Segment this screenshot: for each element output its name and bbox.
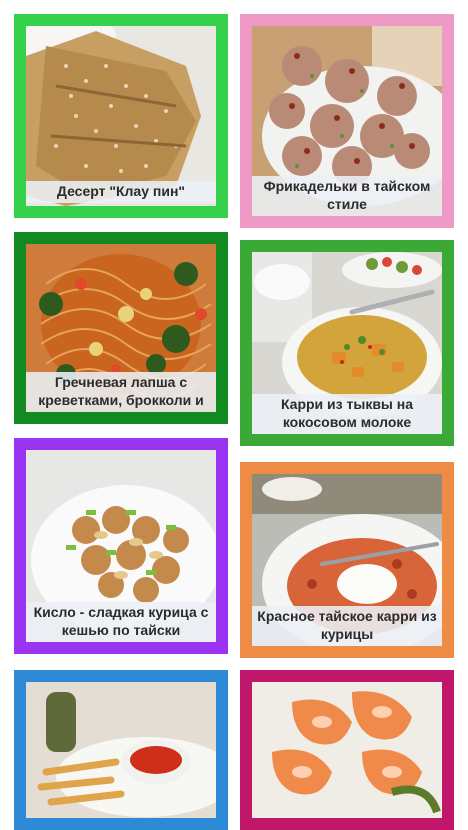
recipe-title: Карри из тыквы на кокосовом молоке <box>252 394 442 434</box>
recipe-card-8[interactable] <box>240 670 454 830</box>
recipe-photo <box>252 682 442 818</box>
recipe-title: Фрикадельки в тайском стиле <box>252 176 442 216</box>
recipe-title: Гречневая лапша с креветками, брокколи и <box>26 372 216 412</box>
recipe-card-3[interactable]: Гречневая лапша с креветками, брокколи и <box>14 232 228 424</box>
recipe-photo <box>26 26 216 206</box>
recipe-card-4[interactable]: Карри из тыквы на кокосовом молоке <box>240 240 454 446</box>
recipe-card-7[interactable] <box>14 670 228 830</box>
recipe-card-1[interactable]: Десерт "Клау пин" <box>14 14 228 218</box>
recipe-photo <box>26 682 216 818</box>
recipe-title: Кисло - сладкая курица с кешью по тайски <box>26 602 216 642</box>
recipe-card-5[interactable]: Кисло - сладкая курица с кешью по тайски <box>14 438 228 654</box>
recipe-card-2[interactable]: Фрикадельки в тайском стиле <box>240 14 454 228</box>
recipe-title: Десерт "Клау пин" <box>26 181 216 203</box>
recipe-card-6[interactable]: Красное тайское карри из курицы <box>240 462 454 658</box>
recipe-title: Красное тайское карри из курицы <box>252 606 442 646</box>
